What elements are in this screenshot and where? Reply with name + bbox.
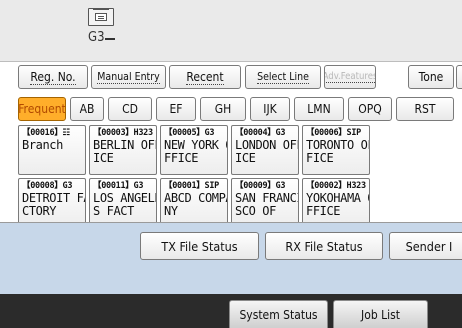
destination-key[interactable]: 【00005】G3 NEW YORK O FFICE — [160, 125, 228, 175]
fax-line-icon — [88, 8, 114, 26]
tab-gh[interactable]: GH — [200, 97, 246, 121]
tab-cd[interactable]: CD — [108, 97, 152, 121]
input-cursor — [105, 38, 115, 40]
destination-key[interactable]: 【00009】G3 SAN FRANCI SCO OF — [231, 178, 299, 228]
tx-file-status-button[interactable]: TX File Status — [140, 232, 259, 260]
sender-name-button[interactable]: Sender I — [389, 232, 462, 260]
destination-name: LOS ANGELE S FACT — [93, 191, 156, 218]
reg-no-button[interactable]: Reg. No. — [18, 65, 88, 89]
destination-key[interactable]: 【00002】H323 YOKOHAMA O FFICE — [302, 178, 370, 228]
select-line-button[interactable]: Select Line — [245, 65, 321, 89]
destination-key[interactable]: 【00001】SIP ABCD COMPA NY — [160, 178, 228, 228]
system-status-button[interactable]: System Status — [229, 300, 328, 328]
destination-key[interactable]: 【00011】G3 LOS ANGELE S FACT — [89, 178, 157, 228]
tab-rst[interactable]: RST — [396, 97, 454, 121]
tab-opq[interactable]: OPQ — [348, 97, 392, 121]
pause-button[interactable] — [456, 65, 462, 89]
tab-ef[interactable]: EF — [156, 97, 196, 121]
destination-key[interactable]: 【00003】H323 BERLIN OFF ICE — [89, 125, 157, 175]
destination-name: DETROIT FA CTORY — [22, 191, 85, 218]
tab-frequent[interactable]: Frequent — [18, 97, 66, 121]
destination-name: TORONTO OF FICE — [306, 138, 369, 165]
rx-file-status-button[interactable]: RX File Status — [265, 232, 383, 260]
destination-key[interactable]: 【00006】SIP TORONTO OF FICE — [302, 125, 370, 175]
destination-name: BERLIN OFF ICE — [93, 138, 156, 165]
destination-key[interactable]: 【00004】G3 LONDON OFF ICE — [231, 125, 299, 175]
recent-button[interactable]: Recent — [169, 65, 241, 89]
adv-features-button: Adv.Features — [324, 65, 376, 89]
destination-name: YOKOHAMA O FFICE — [306, 191, 369, 218]
destination-name: NEW YORK O FFICE — [164, 138, 227, 165]
destination-display — [0, 0, 462, 62]
tab-ijk[interactable]: IJK — [250, 97, 290, 121]
line-label: G3 — [88, 30, 105, 45]
destination-name: ABCD COMPA NY — [164, 191, 227, 218]
destination-key[interactable]: 【00016】☷ Branch — [18, 125, 86, 175]
destination-key[interactable]: 【00008】G3 DETROIT FA CTORY — [18, 178, 86, 228]
job-list-button[interactable]: Job List — [333, 300, 428, 328]
tab-lmn[interactable]: LMN — [294, 97, 344, 121]
manual-entry-button[interactable]: Manual Entry — [91, 65, 166, 89]
group-icon: ☷ — [62, 128, 71, 138]
destination-name: SAN FRANCI SCO OF — [235, 191, 298, 218]
destination-name: Branch — [22, 138, 63, 152]
tone-button[interactable]: Tone — [408, 65, 454, 89]
destination-name: LONDON OFF ICE — [235, 138, 298, 165]
tab-ab[interactable]: AB — [70, 97, 104, 121]
